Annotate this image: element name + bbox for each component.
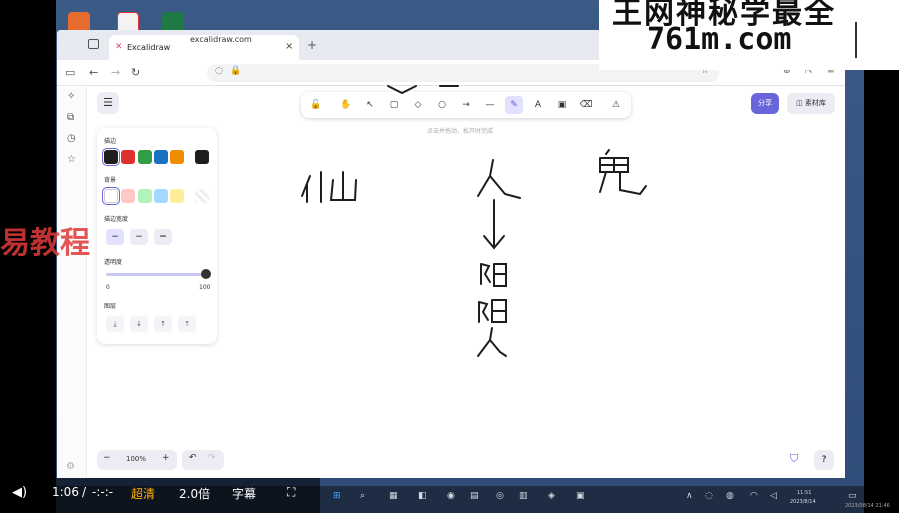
drawing-left[interactable] bbox=[301, 171, 357, 203]
taskbar-app-8-icon[interactable]: ▣ bbox=[576, 491, 585, 501]
zoom-controls: − 100% + bbox=[97, 450, 177, 470]
drawing-partial-top[interactable] bbox=[387, 85, 459, 95]
start-menu-icon[interactable]: ⊞ bbox=[333, 491, 341, 501]
duration: -:-:- bbox=[92, 485, 114, 499]
taskbar-app-7-icon[interactable]: ◈ bbox=[548, 491, 555, 501]
drawing-line2[interactable] bbox=[480, 263, 507, 287]
video-frame: { "browser": { "tab_title": "Excalidraw"… bbox=[0, 0, 899, 513]
drawing-middle[interactable] bbox=[477, 159, 521, 199]
tray-chevron-icon[interactable]: ∧ bbox=[686, 491, 693, 501]
zoom-out-button[interactable]: − bbox=[103, 453, 111, 463]
drawing-line3[interactable] bbox=[478, 299, 507, 323]
taskbar-app-6-icon[interactable]: ▥ bbox=[519, 491, 528, 501]
fullscreen-icon[interactable]: ⛶ bbox=[287, 485, 295, 500]
canvas-drawings bbox=[301, 85, 647, 357]
volume-icon[interactable]: ◁ bbox=[770, 491, 777, 501]
subtitles-button[interactable]: 字幕 bbox=[232, 485, 256, 502]
tray-icon-2[interactable]: ◍ bbox=[726, 491, 734, 501]
notification-icon[interactable]: ▭ bbox=[848, 491, 857, 501]
drawing-arrow[interactable] bbox=[483, 199, 505, 250]
frame-timestamp: 2023/08/14 21:46 bbox=[845, 503, 890, 509]
taskbar-clock-date[interactable]: 2023/8/14 bbox=[790, 499, 816, 505]
taskbar-app-1-icon[interactable]: ▦ bbox=[389, 491, 398, 501]
side-watermark: 易教程 bbox=[0, 226, 90, 261]
undo-redo-controls: ↶ ↷ bbox=[182, 450, 224, 470]
video-controls bbox=[0, 478, 320, 513]
help-button[interactable]: ? bbox=[814, 450, 834, 470]
taskbar-app-4-icon[interactable]: ▤ bbox=[470, 491, 479, 501]
speed-button[interactable]: 2.0倍 bbox=[179, 485, 210, 502]
taskbar-app-5-icon[interactable]: ◎ bbox=[496, 491, 504, 501]
wifi-icon[interactable]: ◠ bbox=[750, 491, 758, 501]
drawing-right[interactable] bbox=[599, 149, 647, 196]
zoom-in-button[interactable]: + bbox=[162, 453, 170, 463]
watermark-divider bbox=[855, 22, 857, 58]
quality-button[interactable]: 超清 bbox=[131, 485, 155, 502]
search-icon[interactable]: ⌕ bbox=[360, 491, 365, 501]
current-time: 1:06 bbox=[52, 485, 79, 499]
redo-icon[interactable]: ↷ bbox=[208, 453, 216, 463]
watermark-url: 761m.com bbox=[647, 22, 792, 57]
undo-icon[interactable]: ↶ bbox=[189, 453, 197, 463]
volume-speaker-icon[interactable]: ◀) bbox=[12, 485, 27, 500]
time-separator: / bbox=[82, 485, 87, 499]
encryption-shield-icon[interactable]: ⛉ bbox=[790, 452, 798, 466]
drawing-line4[interactable] bbox=[477, 327, 507, 357]
tray-icon-1[interactable]: ◌ bbox=[705, 491, 713, 501]
taskbar-clock-time[interactable]: 11:51 bbox=[797, 490, 811, 496]
zoom-level[interactable]: 100% bbox=[126, 455, 146, 463]
taskbar-app-2-icon[interactable]: ◧ bbox=[418, 491, 427, 501]
taskbar-app-3-icon[interactable]: ◉ bbox=[447, 491, 455, 501]
